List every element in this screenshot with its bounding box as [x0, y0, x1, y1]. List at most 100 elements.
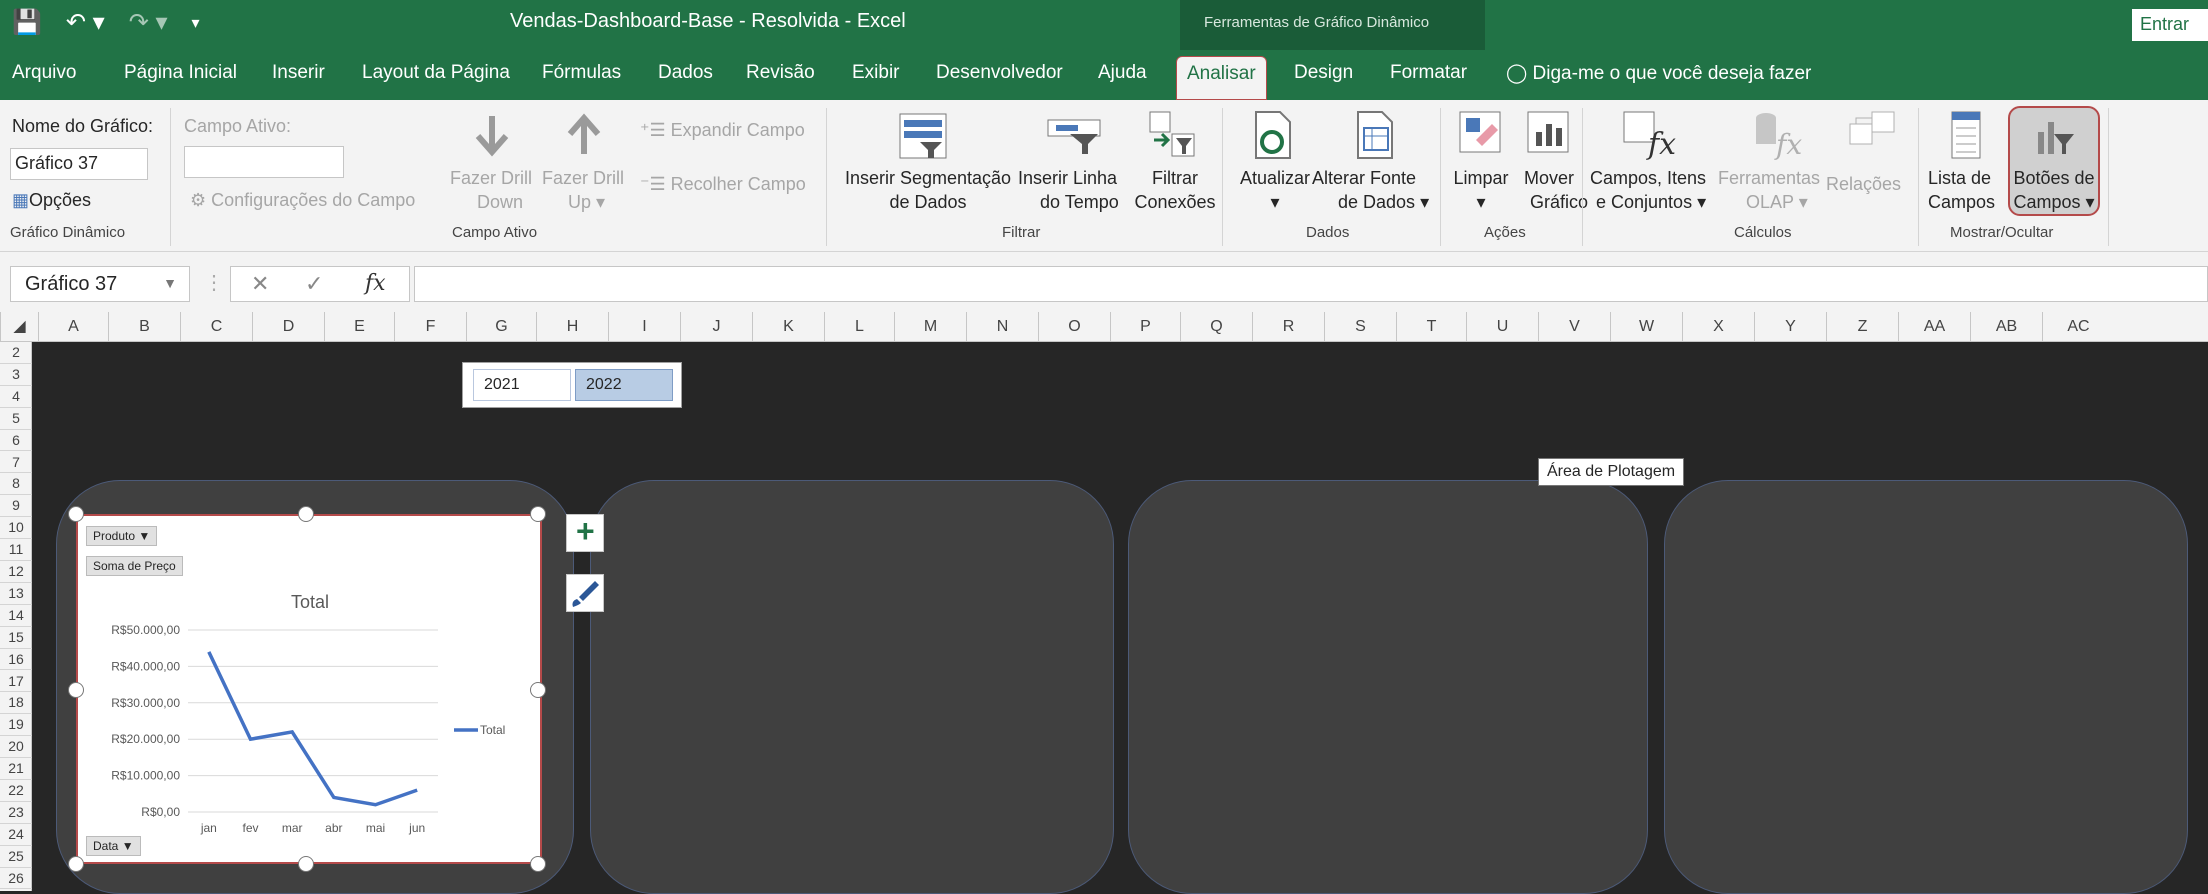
column-header[interactable]: G — [466, 312, 536, 342]
resize-handle[interactable] — [68, 506, 84, 522]
date-axis-button[interactable]: Data ▼ — [86, 836, 141, 856]
row-header[interactable]: 7 — [0, 452, 32, 474]
column-header[interactable]: Q — [1180, 312, 1252, 342]
tab-exibir[interactable]: Exibir — [852, 62, 900, 84]
column-header[interactable]: P — [1110, 312, 1180, 342]
row-header[interactable]: 12 — [0, 561, 32, 583]
row-header[interactable]: 6 — [0, 430, 32, 452]
expand-field-button[interactable]: ⁺☰ Expandir Campo — [640, 118, 805, 142]
fields-items-button[interactable]: Campos, Itens e Conjuntos ▾ — [1590, 166, 1706, 214]
row-header[interactable]: 14 — [0, 605, 32, 627]
tab-revisao[interactable]: Revisão — [746, 62, 815, 84]
row-header[interactable]: 13 — [0, 583, 32, 605]
row-header[interactable]: 2 — [0, 342, 32, 364]
slicer-item-2021[interactable]: 2021 — [473, 369, 571, 401]
row-header[interactable]: 19 — [0, 714, 32, 737]
undo-icon[interactable]: ↶ ▾ — [66, 8, 105, 37]
column-header[interactable]: D — [252, 312, 324, 342]
collapse-field-button[interactable]: ⁻☰ Recolher Campo — [640, 172, 806, 196]
column-header[interactable]: AA — [1898, 312, 1970, 342]
chart-elements-button[interactable]: + — [566, 513, 604, 552]
column-header[interactable]: J — [680, 312, 752, 342]
row-header[interactable]: 15 — [0, 627, 32, 649]
column-header[interactable]: Y — [1754, 312, 1826, 342]
resize-handle[interactable] — [530, 682, 546, 698]
save-icon[interactable]: 💾 — [12, 8, 42, 37]
row-header[interactable]: 20 — [0, 736, 32, 759]
resize-handle[interactable] — [68, 682, 84, 698]
column-header[interactable]: E — [324, 312, 394, 342]
row-header[interactable]: 11 — [0, 539, 32, 561]
insert-function-icon[interactable]: fx — [365, 271, 386, 296]
cancel-icon[interactable]: ✕ — [251, 271, 269, 297]
column-header[interactable]: AC — [2042, 312, 2114, 342]
column-header[interactable]: L — [824, 312, 894, 342]
row-header[interactable]: 23 — [0, 802, 32, 824]
sign-in-button[interactable]: Entrar — [2132, 9, 2208, 41]
column-header[interactable]: I — [608, 312, 680, 342]
column-header[interactable]: X — [1682, 312, 1754, 342]
relationships-button[interactable]: Relações — [1826, 172, 1901, 196]
options-button[interactable]: ▦Opções — [12, 188, 91, 212]
resize-handle[interactable] — [530, 506, 546, 522]
row-header[interactable]: 25 — [0, 846, 32, 868]
row-header[interactable]: 26 — [0, 868, 32, 890]
tab-layout[interactable]: Layout da Página — [362, 62, 510, 84]
tab-formatar[interactable]: Formatar — [1390, 62, 1467, 84]
tell-me-box[interactable]: ◯ Diga-me o que você deseja fazer — [1506, 62, 1811, 85]
slicer-item-2022[interactable]: 2022 — [575, 369, 673, 401]
filter-connections-button[interactable]: Filtrar Conexões — [1130, 166, 1220, 214]
customize-qat-icon[interactable]: ▾ — [192, 13, 200, 33]
column-header[interactable]: A — [38, 312, 108, 342]
column-header[interactable]: H — [536, 312, 608, 342]
insert-timeline-button[interactable]: Inserir Linha do Tempo — [1018, 166, 1119, 214]
active-field-input[interactable] — [184, 146, 344, 178]
row-header[interactable]: 21 — [0, 758, 32, 780]
column-header[interactable]: K — [752, 312, 824, 342]
row-header[interactable]: 3 — [0, 364, 32, 386]
resize-handle[interactable] — [530, 856, 546, 872]
column-header[interactable]: C — [180, 312, 252, 342]
column-header[interactable]: Z — [1826, 312, 1898, 342]
field-list-button[interactable]: Lista de Campos — [1928, 166, 1995, 214]
row-header[interactable]: 10 — [0, 517, 32, 540]
column-header[interactable]: AB — [1970, 312, 2042, 342]
tab-pagina-inicial[interactable]: Página Inicial — [124, 62, 237, 84]
column-header[interactable]: F — [394, 312, 466, 342]
column-header[interactable]: R — [1252, 312, 1324, 342]
pivot-chart[interactable]: Produto ▼ Soma de Preço Total R$0,00 R$10.… — [76, 514, 542, 864]
resize-handle[interactable] — [68, 856, 84, 872]
row-header[interactable]: 8 — [0, 473, 32, 496]
column-header[interactable]: B — [108, 312, 180, 342]
chart-styles-button[interactable] — [566, 574, 604, 612]
column-header[interactable]: W — [1610, 312, 1682, 342]
row-header[interactable]: 4 — [0, 386, 32, 408]
clear-button[interactable]: Limpar ▾ — [1446, 166, 1516, 214]
name-box[interactable]: Gráfico 37 ▼ — [10, 266, 190, 302]
column-header[interactable]: U — [1466, 312, 1538, 342]
row-header[interactable]: 24 — [0, 824, 32, 846]
field-settings-button[interactable]: ⚙ Configurações do Campo — [190, 188, 415, 212]
column-header[interactable]: M — [894, 312, 966, 342]
move-chart-button[interactable]: Mover Gráfico — [1520, 166, 1588, 214]
field-buttons-button[interactable]: Botões de Campos ▾ — [2008, 106, 2100, 216]
tab-dados[interactable]: Dados — [658, 62, 713, 84]
row-header[interactable]: 9 — [0, 495, 32, 518]
drill-up-button[interactable]: Fazer Drill Up ▾ — [542, 166, 624, 214]
column-header[interactable]: T — [1396, 312, 1466, 342]
tab-ajuda[interactable]: Ajuda — [1098, 62, 1147, 84]
row-header[interactable]: 16 — [0, 649, 32, 671]
row-header[interactable]: 22 — [0, 780, 32, 802]
tab-formulas[interactable]: Fórmulas — [542, 62, 621, 84]
column-header[interactable]: N — [966, 312, 1038, 342]
row-header[interactable]: 17 — [0, 671, 32, 693]
change-source-button[interactable]: Alterar Fonte de Dados ▾ — [1312, 166, 1429, 214]
resize-handle[interactable] — [298, 506, 314, 522]
enter-icon[interactable]: ✓ — [305, 271, 323, 297]
insert-slicer-button[interactable]: Inserir Segmentação de Dados — [836, 166, 1020, 214]
refresh-button[interactable]: Atualizar ▾ — [1230, 166, 1320, 214]
chevron-down-icon[interactable]: ▼ — [163, 275, 177, 291]
column-header[interactable]: V — [1538, 312, 1610, 342]
tab-arquivo[interactable]: Arquivo — [12, 62, 76, 84]
formula-input[interactable] — [414, 266, 2208, 302]
